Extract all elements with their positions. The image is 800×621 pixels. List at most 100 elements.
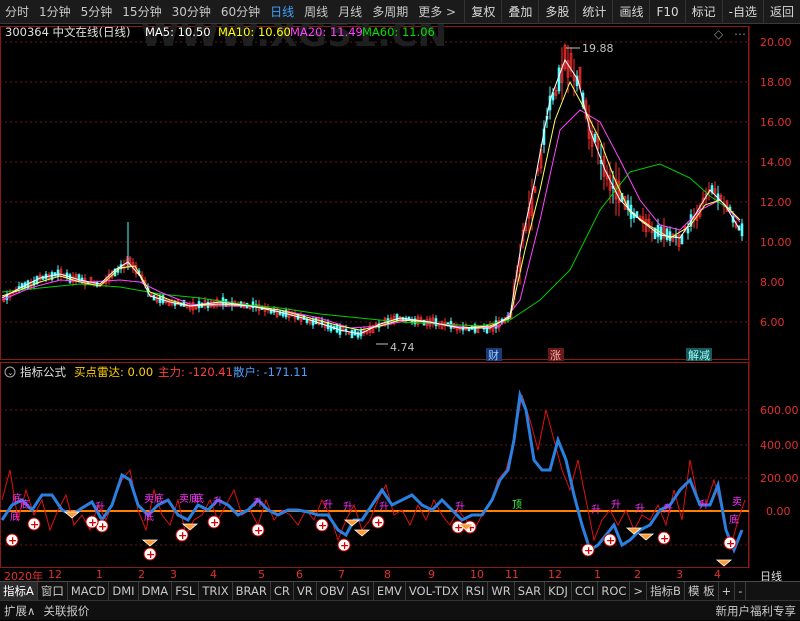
period-tab-1[interactable]: 1分钟 (34, 0, 76, 24)
indicator-y-axis: 600.00 400.00 200.00 0.00 (760, 404, 799, 518)
indicator-tab-18[interactable]: CCI (572, 582, 598, 601)
related-quote-button[interactable]: 关联报价 (39, 601, 93, 621)
buy-signal-glyph: + (374, 516, 383, 529)
bottom-signal-label: 卖底 (144, 492, 164, 505)
period-tab-4[interactable]: 30分钟 (167, 0, 216, 24)
indicator-tab-1[interactable]: 窗口 (38, 582, 68, 601)
indicator-title[interactable]: 指标公式 (20, 365, 66, 379)
indicator-tab-8[interactable]: CR (271, 582, 294, 601)
rise-signal-label: 升 (455, 501, 465, 513)
buy-signal-glyph: + (98, 520, 107, 533)
indicator-tab-24[interactable]: - (735, 582, 746, 601)
indicator-tab-10[interactable]: OBV (317, 582, 348, 601)
indicator-tab-2[interactable]: MACD (68, 582, 109, 601)
svg-text:400.00: 400.00 (760, 439, 799, 452)
action-button-3[interactable]: 统计 (575, 0, 612, 24)
period-tab-8[interactable]: 月线 (333, 0, 367, 24)
buy-radar-label: 买点雷达: 0.00 (74, 365, 153, 379)
price-y-axis: 20.00 18.00 16.00 14.00 12.00 10.00 8.00… (760, 36, 792, 329)
new-user-promo-link[interactable]: 新用户福利专享 (712, 601, 800, 621)
indicator-tab-12[interactable]: EMV (374, 582, 406, 601)
indicator-tab-15[interactable]: WR (488, 582, 514, 601)
period-tab-2[interactable]: 5分钟 (76, 0, 118, 24)
rise-signal-label: 升 (699, 499, 709, 511)
ma10-label: MA10: 10.60 (218, 25, 291, 39)
svg-text:8.00: 8.00 (760, 276, 785, 289)
candlestick-series (3, 43, 743, 339)
date-tick: 9 (428, 568, 435, 581)
ma5-label: MA5: 10.50 (145, 25, 211, 39)
indicator-tab-13[interactable]: VOL-TDX (406, 582, 463, 601)
stock-title: 300364 中文在线(日线) (5, 25, 131, 39)
rise-signal-label: 升 (379, 501, 389, 513)
ma20-label: MA20: 11.49 (290, 25, 363, 39)
rise-signal-label: 升 (611, 499, 621, 511)
action-button-7[interactable]: -自选 (722, 0, 763, 24)
period-tab-0[interactable]: 分时 (0, 0, 34, 24)
indicator-tab-0[interactable]: 指标A (0, 582, 38, 601)
ma20-line (2, 110, 740, 328)
bottom-signal-label: 底 (144, 510, 154, 523)
action-button-5[interactable]: F10 (649, 0, 684, 24)
indicator-tab-6[interactable]: TRIX (199, 582, 232, 601)
indicator-tab-3[interactable]: DMI (109, 582, 138, 601)
date-tick: 4 (210, 568, 217, 581)
indicator-tab-9[interactable]: VR (294, 582, 317, 601)
buy-signal-glyph: + (88, 516, 97, 529)
period-tab-9[interactable]: 多周期 (367, 0, 413, 24)
indicator-tab-5[interactable]: FSL (172, 582, 199, 601)
action-button-2[interactable]: 多股 (538, 0, 575, 24)
indicator-tab-16[interactable]: SAR (515, 582, 545, 601)
svg-text:16.00: 16.00 (760, 116, 792, 129)
low-marker-label: 4.74 (390, 341, 415, 354)
indicator-tab-bar: 指标A窗口MACDDMIDMAFSLTRIXBRARCRVROBVASIEMVV… (0, 581, 800, 600)
diamond-icon[interactable]: ◇ (714, 27, 724, 41)
date-tick: 8 (384, 568, 391, 581)
period-tab-6[interactable]: 日线 (265, 0, 299, 24)
period-tab-3[interactable]: 15分钟 (117, 0, 166, 24)
rise-signal-label: 升 (213, 496, 223, 508)
date-tick: 12 (48, 568, 62, 581)
candle-body (396, 314, 398, 321)
action-button-4[interactable]: 画线 (612, 0, 649, 24)
bottom-signal-label: 底 (10, 510, 20, 523)
svg-text:⌄: ⌄ (7, 368, 14, 377)
period-tab-7[interactable]: 周线 (299, 0, 333, 24)
bottom-signal-label: 底 (729, 513, 739, 526)
menu-dots-icon[interactable]: ⋯ (734, 27, 746, 41)
buy-signal-glyph: + (30, 518, 39, 531)
svg-text:20.00: 20.00 (760, 36, 792, 49)
expand-button[interactable]: 扩展∧ (0, 601, 39, 621)
indicator-tab-23[interactable]: + (719, 582, 736, 601)
indicator-tab-14[interactable]: RSI (463, 582, 489, 601)
period-tab-5[interactable]: 60分钟 (216, 0, 265, 24)
indicator-tab-20[interactable]: > (630, 582, 647, 601)
rise-signal-label: 升 (343, 501, 353, 513)
period-tab-10[interactable]: 更多 > (413, 0, 461, 24)
ma60-label: MA60: 11.06 (362, 25, 435, 39)
action-button-6[interactable]: 标记 (685, 0, 722, 24)
main-force-label: 主力: -120.41 (158, 365, 233, 379)
indicator-tab-4[interactable]: DMA (139, 582, 173, 601)
svg-text:600.00: 600.00 (760, 404, 799, 417)
indicator-tab-11[interactable]: ASI (348, 582, 374, 601)
candle-body (558, 68, 560, 91)
date-tick: 2 (634, 568, 641, 581)
indicator-tab-22[interactable]: 模 板 (685, 582, 719, 601)
rise-signal-label: 升 (323, 499, 333, 511)
bottom-signal-label: 底 (20, 498, 30, 511)
indicator-tab-19[interactable]: ROC (598, 582, 630, 601)
indicator-tab-17[interactable]: KDJ (545, 582, 572, 601)
date-tick: 3 (170, 568, 177, 581)
indicator-tab-21[interactable]: 指标B (647, 582, 685, 601)
event-rise-label: 涨 (550, 349, 561, 362)
indicator-tab-7[interactable]: BRAR (233, 582, 271, 601)
candle-body (435, 319, 437, 326)
svg-text:10.00: 10.00 (760, 236, 792, 249)
action-button-8[interactable]: 返回 (763, 0, 800, 24)
date-tick: 3 (676, 568, 683, 581)
candle-body (666, 229, 668, 240)
svg-text:200.00: 200.00 (760, 472, 799, 485)
action-button-0[interactable]: 复权 (464, 0, 501, 24)
action-button-1[interactable]: 叠加 (501, 0, 538, 24)
